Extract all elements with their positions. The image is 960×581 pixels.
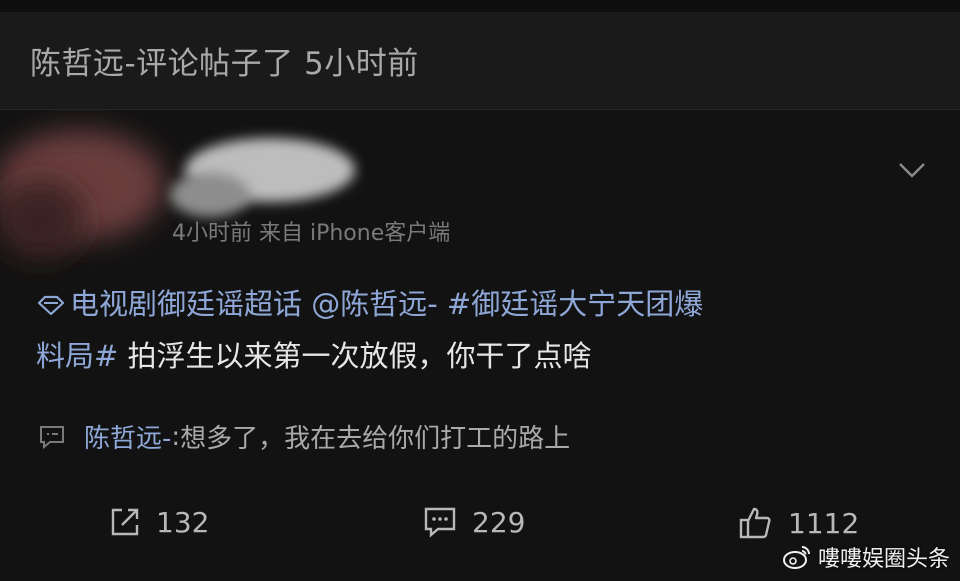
hashtag-link-line2[interactable]: 料局# <box>36 339 118 373</box>
repost-count: 132 <box>156 505 210 539</box>
weibo-logo-icon <box>782 546 810 569</box>
like-count: 1112 <box>788 506 860 540</box>
post-content: 电视剧御廷谣超话 @陈哲远- #御廷谣大宁天团爆 料局# 拍浮生以来第一次放假，… <box>36 278 926 382</box>
hashtag-link-line1[interactable]: #御廷谣大宁天团爆 <box>447 287 703 321</box>
notification-header[interactable]: 陈哲远-评论帖子了 5小时前 <box>0 12 960 110</box>
post-meta: 4小时前 来自 iPhone客户端 <box>172 221 451 246</box>
reply-separator: : <box>171 421 181 452</box>
post-text: 拍浮生以来第一次放假，你干了点啥 <box>127 339 592 373</box>
comment-count: 229 <box>472 505 526 539</box>
reply-row[interactable]: 陈哲远- : 想多了，我在去给你们打工的路上 <box>38 418 570 455</box>
header-title: 陈哲远-评论帖子了 5小时前 <box>30 46 419 82</box>
watermark-text: 嘍嘍娱圈头条 <box>817 547 950 572</box>
super-topic-icon <box>37 295 65 316</box>
watermark: 嘍嘍娱圈头条 <box>782 541 950 573</box>
chevron-down-icon[interactable] <box>896 158 928 182</box>
like-button[interactable]: 1112 <box>738 505 859 541</box>
topic-link[interactable]: 电视剧御廷谣超话 <box>36 287 311 321</box>
repost-icon <box>111 508 139 536</box>
comment-icon <box>40 425 64 449</box>
post-card: 4小时前 来自 iPhone客户端 电视剧御廷谣超话 @陈哲远- #御廷谣大宁天… <box>0 110 960 581</box>
top-strip <box>0 0 960 12</box>
reply-text: 想多了，我在去给你们打工的路上 <box>180 424 571 454</box>
comment-icon <box>424 507 456 538</box>
repost-button[interactable]: 132 <box>108 505 209 539</box>
comment-button[interactable]: 229 <box>422 505 525 539</box>
blurred-avatar-and-username <box>0 130 355 260</box>
reply-username[interactable]: 陈哲远- <box>84 418 171 455</box>
mention-link[interactable]: @陈哲远- <box>311 287 437 321</box>
thumbs-up-icon <box>739 507 771 539</box>
topic-tag: 电视剧御廷谣超话 <box>70 287 303 321</box>
